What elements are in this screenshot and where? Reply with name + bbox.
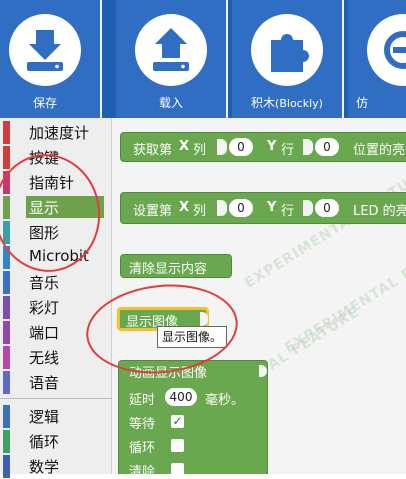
blockly-label-text: 积木 [251,96,276,110]
block-text: 设置第 [133,204,173,219]
category-loops[interactable]: 循环 [0,429,112,454]
watermark: EXPERIMENTAL FEATURE [242,164,406,292]
block-text: 循环 [129,441,156,456]
category-label: 端口 [29,324,60,342]
category-label: 循环 [29,433,60,451]
category-label: 无线 [29,349,60,367]
category-color-strip [3,371,10,394]
category-color-strip [3,296,10,319]
category-label: 逻辑 [29,408,60,426]
category-label: 加速度计 [29,124,90,142]
category-color-strip [3,430,10,453]
set-pixel-block[interactable]: 设置第 X 列 0 Y 行 0 LED 的亮 [120,192,406,224]
block-text: Y [267,139,277,154]
animate-image-block[interactable]: 动画显示图像 延时 400 毫秒。 等待 ✓ 循环 清除 [118,360,268,474]
x-input[interactable]: 0 [229,138,253,156]
simulator-label: 仿 [356,96,369,110]
block-text: 清除 [129,465,156,474]
block-text: 毫秒。 [205,393,245,408]
clear-checkbox[interactable] [171,463,184,474]
category-color-strip [3,321,10,344]
block-text: 列 [193,143,207,158]
simulator-button[interactable]: 仿 [348,0,406,118]
input-socket [217,200,227,216]
toolbar: 保存 载入 积木(Blockly) 仿 [0,0,406,118]
category-color-strip [3,271,10,294]
blockly-button[interactable]: 积木(Blockly) [232,0,344,118]
blockly-label: 积木(Blockly) [232,94,342,111]
block-text: 获取第 [133,143,173,158]
category-color-strip [3,121,10,144]
block-text: Y [267,200,277,215]
load-button[interactable]: 载入 [116,0,228,118]
block-text: 清除显示内容 [129,262,208,277]
get-pixel-block[interactable]: 获取第 X 列 0 Y 行 0 位置的亮 [120,132,406,162]
category-music[interactable]: 音乐 [0,270,112,295]
category-color-strip [3,146,10,169]
clear-display-block[interactable]: 清除显示内容 [120,254,232,278]
block-text: LED 的亮 [353,204,406,219]
upload-icon [135,14,207,86]
category-color-strip [3,346,10,369]
puzzle-icon [251,14,323,86]
category-label: 音乐 [29,274,60,292]
loop-checkbox[interactable] [171,439,184,452]
simulator-icon [367,14,406,86]
download-icon [9,14,81,86]
block-text: 延时 [129,393,156,408]
input-socket [259,365,267,377]
input-socket [217,139,227,155]
save-label: 保存 [32,96,57,110]
block-text: X [179,139,190,154]
category-label: 彩灯 [29,299,60,317]
block-text: 位置的亮 [353,143,406,158]
block-text: 行 [281,204,295,219]
load-label: 载入 [158,96,183,110]
y-input[interactable]: 0 [315,199,339,217]
y-input[interactable]: 0 [315,138,339,156]
category-speech[interactable]: 语音 [0,370,112,395]
category-logic[interactable]: 逻辑 [0,404,112,429]
blockly-label-suffix: (Blockly) [275,97,323,110]
category-color-strip [3,405,10,428]
save-button[interactable]: 保存 [0,0,102,118]
input-socket [303,139,313,155]
wait-checkbox[interactable]: ✓ [171,415,184,428]
category-accelerometer[interactable]: 加速度计 [0,120,112,145]
delay-input[interactable]: 400 [165,388,197,406]
block-text: 等待 [129,417,156,432]
x-input[interactable]: 0 [229,199,253,217]
block-text: X [179,200,190,215]
input-socket [303,200,313,216]
category-label: 语音 [29,374,60,392]
block-text: 列 [193,204,207,219]
block-text: 行 [281,143,295,158]
category-math[interactable]: 数学 [0,454,112,479]
category-separator [0,398,112,399]
category-color-strip [3,455,10,478]
